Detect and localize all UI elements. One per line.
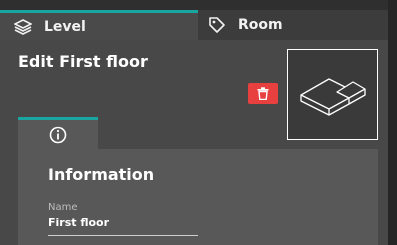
name-field-label: Name	[48, 202, 78, 213]
floor-plan-3d-icon	[299, 77, 366, 116]
section-title: Information	[48, 165, 155, 184]
name-field[interactable]: First floor	[48, 216, 198, 236]
tab-room-label: Room	[238, 17, 283, 33]
tab-level-label: Level	[44, 18, 86, 35]
delete-button[interactable]	[248, 83, 278, 104]
layers-icon	[14, 18, 32, 35]
tab-bar: Level Room	[0, 0, 397, 40]
tab-level[interactable]: Level	[0, 10, 198, 40]
info-icon	[49, 126, 67, 143]
tab-info[interactable]	[18, 117, 98, 149]
page-title: Edit First floor	[18, 52, 148, 71]
trash-icon	[257, 87, 269, 100]
tab-room[interactable]: Room	[198, 10, 388, 40]
tag-icon	[209, 17, 225, 33]
level-thumbnail[interactable]	[287, 49, 378, 140]
